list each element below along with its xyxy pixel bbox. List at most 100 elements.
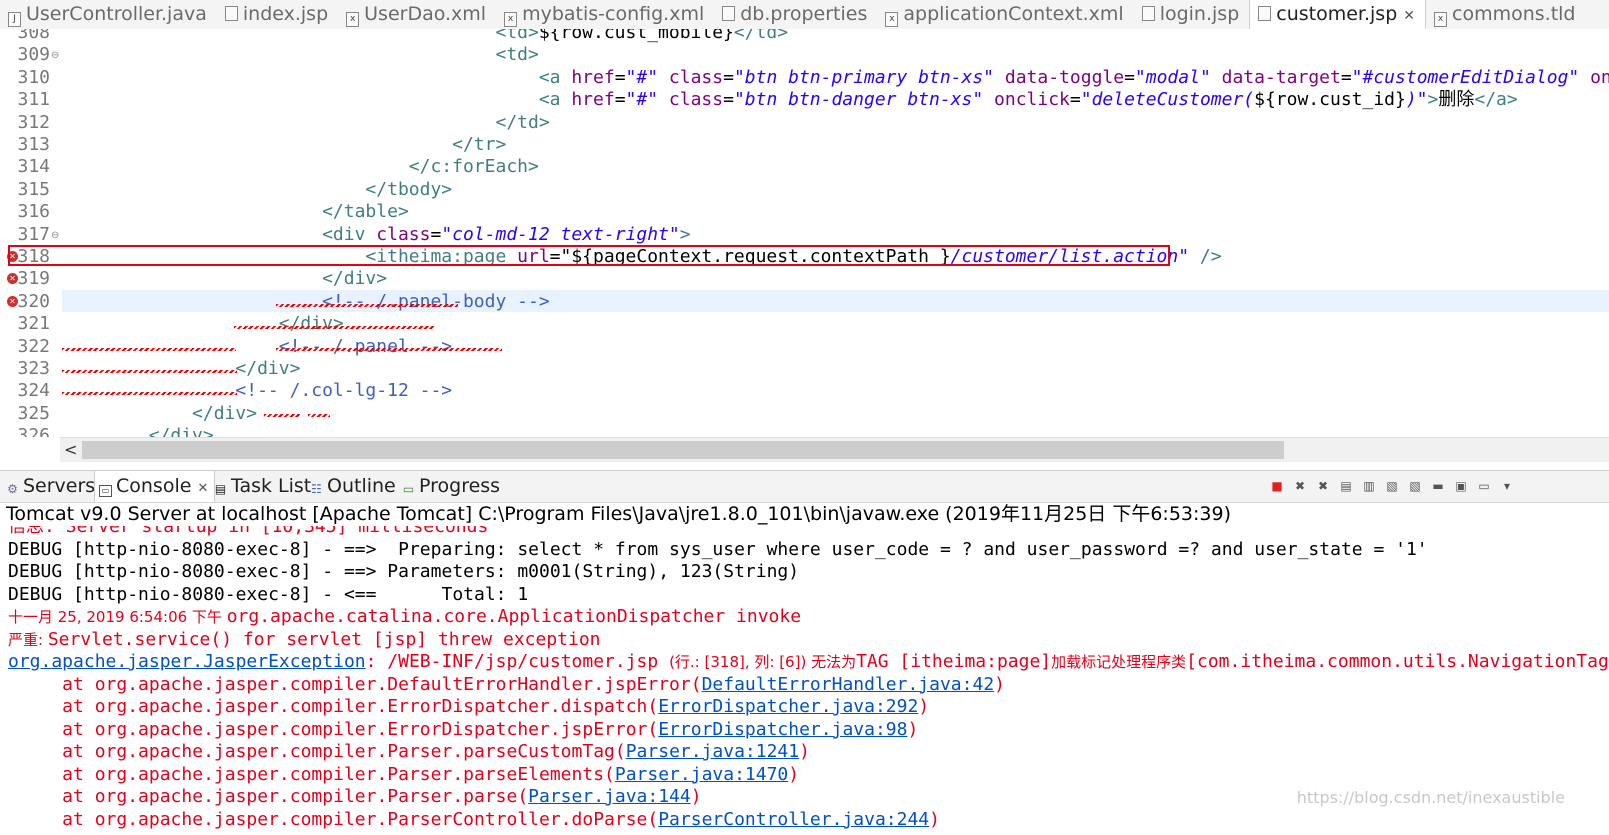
code-line[interactable]: </div>: [62, 425, 214, 437]
editor-tab[interactable]: x applicationContext.xml: [877, 0, 1133, 29]
fold-icon[interactable]: ⊖: [51, 230, 59, 241]
code-line[interactable]: </tbody>: [62, 179, 452, 201]
code-token: </div>: [62, 425, 214, 437]
tab-task-list[interactable]: ▤ Task List: [214, 471, 311, 502]
code-line[interactable]: <div class="col-md-12 text-right">: [62, 224, 691, 246]
code-lines[interactable]: <td>${row.cust_mobile}</td> <td> <a href…: [62, 29, 1609, 437]
code-line[interactable]: </div>: [62, 268, 387, 290]
code-token: </c:forEach>: [62, 156, 539, 178]
properties-file-icon: [722, 6, 736, 21]
console-close-icon[interactable]: ✕: [197, 481, 208, 496]
code-token: =: [430, 223, 442, 245]
code-token: </table>: [62, 201, 409, 223]
code-line[interactable]: </table>: [62, 201, 409, 223]
console-text: at org.apache.jasper.compiler.Parser.par…: [8, 786, 529, 807]
code-token: =: [614, 66, 626, 88]
remove-all-icon[interactable]: ✖: [1316, 479, 1330, 493]
stacktrace-link[interactable]: DefaultErrorHandler.java:42: [702, 674, 995, 695]
terminate-icon[interactable]: ■: [1270, 479, 1284, 493]
code-line[interactable]: <td>: [62, 44, 539, 66]
tab-outline[interactable]: ☷ Outline: [310, 471, 396, 502]
code-line[interactable]: <!-- /.panel-body -->: [62, 291, 550, 313]
code-token: class: [658, 89, 724, 111]
tab-console[interactable]: ▭ Console ✕: [94, 471, 216, 502]
code-line[interactable]: </tr>: [62, 134, 506, 156]
console-line: at org.apache.jasper.compiler.Parser.par…: [8, 786, 702, 808]
xml-file-icon: x: [885, 12, 899, 27]
code-line[interactable]: </c:forEach>: [62, 156, 539, 178]
stacktrace-link[interactable]: org.apache.jasper.JasperException: [8, 651, 366, 672]
line-number: 312: [17, 111, 50, 133]
code-line[interactable]: </div>: [62, 403, 257, 425]
display-selected-console-icon[interactable]: ▣: [1454, 479, 1468, 493]
editor-tab[interactable]: customer.jsp ✕: [1249, 0, 1426, 29]
view-menu-icon[interactable]: ▾: [1500, 479, 1514, 493]
stacktrace-link[interactable]: ErrorDispatcher.java:292: [658, 696, 918, 717]
editor-tab[interactable]: x mybatis-config.xml: [496, 0, 714, 29]
stacktrace-link[interactable]: ParserController.java:244: [658, 809, 929, 830]
line-number: 313: [17, 134, 50, 155]
line-number: 308: [17, 29, 50, 43]
line-number: 326: [17, 425, 50, 437]
word-wrap-icon[interactable]: ▥: [1362, 479, 1376, 493]
console-text: 严重:: [8, 630, 48, 649]
console-text: ): [918, 696, 930, 717]
code-editor[interactable]: 308 309 ⊖ 310 311 312 313 314 315 316 317 ⊖ 318 ✕ 319 ✕…: [0, 29, 1609, 437]
code-line[interactable]: <!-- /.panel -->: [62, 336, 452, 358]
remove-launch-icon[interactable]: ✖: [1293, 479, 1307, 493]
code-token: oncl: [1590, 66, 1609, 88]
scroll-lock-icon[interactable]: ▤: [1339, 479, 1353, 493]
code-line[interactable]: <a href="#" class="btn btn-danger btn-xs…: [62, 89, 1518, 111]
jsp-file-icon: [1141, 6, 1155, 21]
console-text: 加载标记处理程序类: [1051, 653, 1187, 671]
code-line[interactable]: </div>: [62, 358, 300, 380]
open-console-icon[interactable]: ▭: [1477, 479, 1491, 493]
editor-tab[interactable]: index.jsp: [217, 0, 338, 29]
pin-console-icon[interactable]: ▬: [1431, 479, 1445, 493]
editor-tab-label: customer.jsp: [1276, 3, 1398, 25]
editor-tab[interactable]: x commons.tld: [1426, 0, 1585, 29]
tab-progress[interactable]: ▭ Progress: [402, 471, 500, 502]
editor-tab[interactable]: x UserDao.xml: [338, 0, 496, 29]
code-line[interactable]: <a href="#" class="btn btn-primary btn-x…: [62, 67, 1609, 89]
code-line[interactable]: </div>: [62, 313, 344, 335]
code-token: </div>: [62, 358, 301, 379]
tab-servers[interactable]: ⚙ Servers: [6, 471, 95, 502]
editor-tab[interactable]: login.jsp: [1134, 0, 1250, 29]
code-line[interactable]: <td>${row.cust_mobile}</td>: [62, 29, 788, 44]
fold-icon[interactable]: ⊖: [51, 50, 59, 61]
close-icon[interactable]: ✕: [1403, 8, 1415, 24]
editor-tab-bar: J UserController.java index.jsp x UserDao.xm…: [0, 0, 1609, 30]
editor-horizontal-scrollbar[interactable]: <: [60, 437, 1609, 462]
console-line: at org.apache.jasper.compiler.Parser.par…: [8, 764, 799, 786]
error-marker-icon[interactable]: ✕: [7, 295, 18, 307]
console-line: 十一月 25, 2019 6:54:06 下午 org.apache.catal…: [8, 606, 801, 628]
console-text: at org.apache.jasper.compiler.Parser.par…: [8, 741, 626, 762]
console-text: Servlet.service() for servlet [jsp] thre…: [47, 628, 601, 650]
show-on-stderr-icon[interactable]: ▧: [1408, 479, 1422, 493]
console-text: ): [690, 786, 702, 807]
code-token: <td>: [62, 44, 539, 66]
scroll-left-icon[interactable]: <: [64, 440, 77, 459]
xml-file-icon: x: [1434, 12, 1447, 27]
stacktrace-link[interactable]: Parser.java:1470: [615, 764, 788, 785]
editor-tab[interactable]: db.properties: [714, 0, 877, 29]
scrollbar-thumb[interactable]: [82, 441, 1284, 459]
stacktrace-link[interactable]: Parser.java:144: [528, 786, 691, 807]
error-squiggle: [276, 304, 458, 307]
stacktrace-link[interactable]: Parser.java:1241: [626, 741, 799, 762]
code-line[interactable]: </td>: [62, 112, 549, 134]
watermark: https://blog.csdn.net/inexaustible: [1296, 788, 1565, 807]
console-text: [com.itheima.common.utils.NavigationTag]: [1186, 651, 1609, 672]
error-squiggle: [276, 348, 502, 351]
console-text: DEBUG [http-nio-8080-exec-8] - ==> Param…: [8, 561, 800, 582]
code-token: </div>: [62, 313, 344, 335]
stacktrace-link[interactable]: ErrorDispatcher.java:98: [658, 719, 907, 740]
code-token: =: [614, 89, 626, 111]
code-token: data-target: [1210, 66, 1341, 88]
console-text: (行.: [318], 列: [6]) 无法为: [669, 653, 857, 671]
editor-tab[interactable]: J UserController.java: [0, 0, 217, 29]
jsp-file-icon: [1258, 6, 1272, 21]
show-on-stdout-icon[interactable]: ▧: [1385, 479, 1399, 493]
code-token: >: [679, 223, 691, 245]
